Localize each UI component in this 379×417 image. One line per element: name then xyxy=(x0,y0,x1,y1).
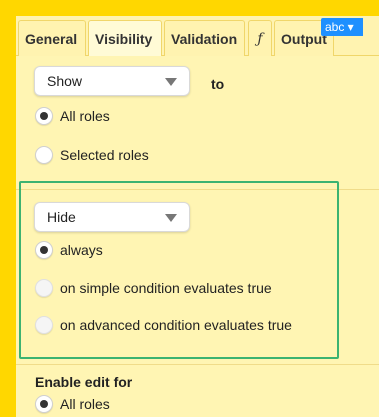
radio-button-checked[interactable] xyxy=(35,107,53,125)
section-divider xyxy=(16,364,379,365)
chevron-down-icon xyxy=(165,214,177,222)
abc-dropdown-button[interactable]: abc ▾ xyxy=(321,18,363,36)
radio-button-checked[interactable] xyxy=(35,395,53,413)
enable-edit-label: Enable edit for xyxy=(35,374,133,390)
to-label: to xyxy=(211,76,225,92)
radio-label: on simple condition evaluates true xyxy=(60,280,272,296)
radio-button[interactable] xyxy=(35,146,53,164)
hide-select-value: Hide xyxy=(47,209,76,225)
radio-button[interactable] xyxy=(35,316,53,334)
tab-function[interactable]: ƒ xyxy=(248,20,272,56)
radio-label: All roles xyxy=(60,396,110,412)
tab-validation[interactable]: Validation xyxy=(164,20,245,56)
tab-general[interactable]: General xyxy=(18,20,86,56)
frame-left xyxy=(0,0,16,417)
radio-label: Selected roles xyxy=(60,147,149,163)
show-select[interactable]: Show xyxy=(34,66,190,96)
show-select-value: Show xyxy=(47,73,83,89)
hide-select[interactable]: Hide xyxy=(34,202,190,232)
radio-label: on advanced condition evaluates true xyxy=(60,317,292,333)
radio-button-checked[interactable] xyxy=(35,241,53,259)
radio-label: All roles xyxy=(60,108,110,124)
radio-button[interactable] xyxy=(35,279,53,297)
frame-top xyxy=(0,0,379,16)
chevron-down-icon xyxy=(165,78,177,86)
tab-visibility[interactable]: Visibility xyxy=(88,20,162,56)
radio-label: always xyxy=(60,242,103,258)
